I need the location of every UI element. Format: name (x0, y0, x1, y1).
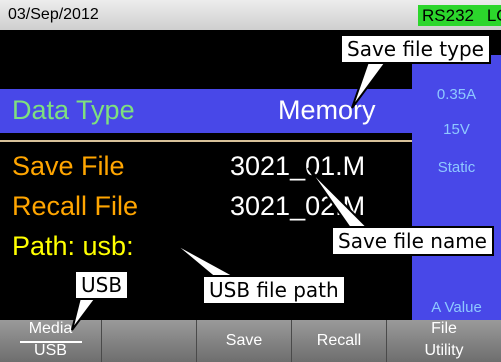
usb-file-path-pointer (171, 241, 237, 278)
save-file-name-pointer (307, 167, 371, 229)
save-file-type-callout: Save file type (340, 34, 491, 64)
save-file-name-callout: Save file name (331, 226, 494, 256)
usb-pointer (71, 297, 98, 331)
save-file-type-pointer (351, 61, 388, 109)
usb-callout: USB (74, 270, 130, 300)
usb-file-path-callout: USB file path (202, 275, 346, 305)
